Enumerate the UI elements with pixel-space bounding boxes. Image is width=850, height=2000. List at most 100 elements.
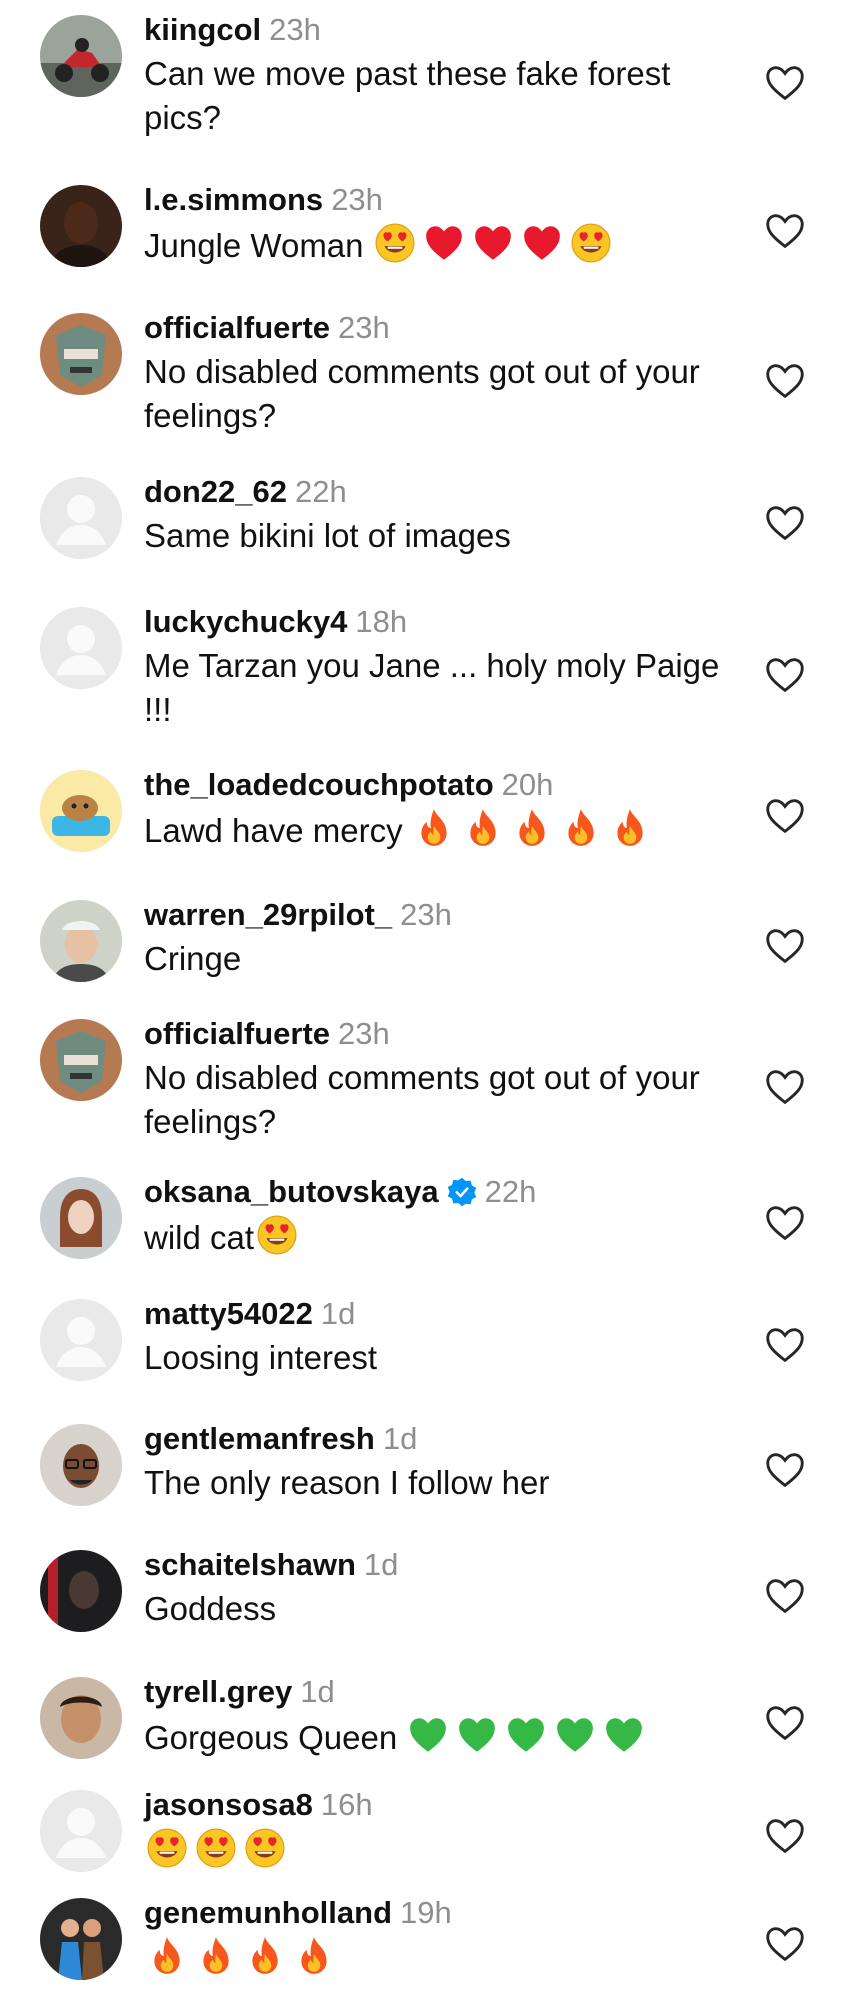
- like-heart-icon[interactable]: [762, 1921, 808, 1967]
- avatar[interactable]: [40, 1677, 122, 1759]
- like-heart-icon[interactable]: [762, 60, 808, 106]
- fire-emoji-icon: [195, 1935, 237, 1977]
- comment-text: [144, 1935, 744, 1988]
- like-heart-icon[interactable]: [762, 1813, 808, 1859]
- green-heart-emoji-icon: [505, 1714, 547, 1756]
- comment-meta: officialfuerte 23h: [144, 1012, 390, 1056]
- avatar[interactable]: [40, 900, 122, 982]
- like-heart-icon[interactable]: [762, 1322, 808, 1368]
- avatar[interactable]: [40, 313, 122, 395]
- comment-timestamp: 23h: [338, 310, 390, 345]
- comment-text: Goddess: [144, 1587, 744, 1631]
- comment-text: [144, 1827, 744, 1880]
- comment-meta: officialfuerte 23h: [144, 306, 390, 350]
- avatar[interactable]: [40, 1790, 122, 1872]
- avatar[interactable]: [40, 15, 122, 97]
- username-link[interactable]: warren_29rpilot_: [144, 897, 392, 932]
- like-heart-icon[interactable]: [762, 208, 808, 254]
- comment-text: Loosing interest: [144, 1336, 744, 1380]
- avatar[interactable]: [40, 607, 122, 689]
- comment-timestamp: 1d: [320, 1296, 356, 1331]
- avatar[interactable]: [40, 1550, 122, 1632]
- like-heart-icon[interactable]: [762, 1700, 808, 1746]
- username-link[interactable]: gentlemanfresh: [144, 1421, 375, 1456]
- comment-meta: jasonsosa8 16h: [144, 1783, 373, 1827]
- avatar[interactable]: [40, 1019, 122, 1101]
- comment-timestamp: 22h: [295, 474, 347, 509]
- emoji-group: [407, 1714, 652, 1767]
- username-link[interactable]: officialfuerte: [144, 1016, 330, 1051]
- comment-meta: luckychucky4 18h: [144, 600, 407, 644]
- comment-meta: warren_29rpilot_ 23h: [144, 893, 452, 937]
- comment-timestamp: 23h: [400, 897, 452, 932]
- comment-text: wild cat: [144, 1214, 744, 1267]
- comment-body: Same bikini lot of images: [144, 517, 511, 554]
- username-link[interactable]: kiingcol: [144, 12, 261, 47]
- green-heart-emoji-icon: [554, 1714, 596, 1756]
- comment-timestamp: 23h: [338, 1016, 390, 1051]
- comment-meta: oksana_butovskaya 22h: [144, 1170, 536, 1214]
- avatar[interactable]: [40, 185, 122, 267]
- username-link[interactable]: jasonsosa8: [144, 1787, 313, 1822]
- comment-meta: don22_62 22h: [144, 470, 347, 514]
- comment-text: Can we move past these fake forest pics?: [144, 52, 744, 140]
- like-heart-icon[interactable]: [762, 1064, 808, 1110]
- emoji-group: [374, 222, 619, 275]
- username-link[interactable]: tyrell.grey: [144, 1674, 292, 1709]
- verified-badge-icon: [447, 1175, 477, 1207]
- username-link[interactable]: luckychucky4: [144, 604, 347, 639]
- comment-text: No disabled comments got out of your fee…: [144, 1056, 744, 1144]
- username-link[interactable]: oksana_butovskaya: [144, 1174, 439, 1209]
- fire-emoji-icon: [413, 807, 455, 849]
- like-heart-icon[interactable]: [762, 923, 808, 969]
- comment-timestamp: 1d: [382, 1421, 418, 1456]
- fire-emoji-icon: [511, 807, 553, 849]
- username-link[interactable]: l.e.simmons: [144, 182, 323, 217]
- comment-text: Me Tarzan you Jane ... holy moly Paige !…: [144, 644, 744, 732]
- like-heart-icon[interactable]: [762, 652, 808, 698]
- username-link[interactable]: matty54022: [144, 1296, 313, 1331]
- comment-body: Gorgeous Queen: [144, 1719, 398, 1756]
- fire-emoji-icon: [244, 1935, 286, 1977]
- comment-meta: kiingcol 23h: [144, 8, 321, 52]
- emoji-group: [146, 1827, 293, 1880]
- comment-body: Me Tarzan you Jane ... holy moly Paige !…: [144, 647, 720, 728]
- like-heart-icon[interactable]: [762, 1447, 808, 1493]
- comment-timestamp: 23h: [269, 12, 321, 47]
- avatar[interactable]: [40, 770, 122, 852]
- avatar[interactable]: [40, 1424, 122, 1506]
- username-link[interactable]: don22_62: [144, 474, 287, 509]
- heart-eyes-emoji-icon: [374, 222, 416, 264]
- comment-body: wild cat: [144, 1219, 255, 1256]
- username-link[interactable]: the_loadedcouchpotato: [144, 767, 494, 802]
- comment-timestamp: 18h: [355, 604, 408, 639]
- heart-eyes-emoji-icon: [570, 222, 612, 264]
- like-heart-icon[interactable]: [762, 358, 808, 404]
- username-link[interactable]: officialfuerte: [144, 310, 330, 345]
- username-link[interactable]: schaitelshawn: [144, 1547, 356, 1582]
- username-link[interactable]: genemunholland: [144, 1895, 392, 1930]
- comment-timestamp: 23h: [331, 182, 383, 217]
- avatar[interactable]: [40, 1299, 122, 1381]
- avatar[interactable]: [40, 1177, 122, 1259]
- comment-body: Can we move past these fake forest pics?: [144, 55, 671, 136]
- comment-body: No disabled comments got out of your fee…: [144, 353, 700, 434]
- comment-meta: gentlemanfresh 1d: [144, 1417, 417, 1461]
- fire-emoji-icon: [560, 807, 602, 849]
- comment-body: Loosing interest: [144, 1339, 377, 1376]
- emoji-group: [256, 1214, 305, 1267]
- like-heart-icon[interactable]: [762, 1573, 808, 1619]
- like-heart-icon[interactable]: [762, 793, 808, 839]
- fire-emoji-icon: [293, 1935, 335, 1977]
- comment-meta: schaitelshawn 1d: [144, 1543, 398, 1587]
- comment-body: No disabled comments got out of your fee…: [144, 1059, 700, 1140]
- heart-eyes-emoji-icon: [146, 1827, 188, 1869]
- comment-timestamp: 16h: [320, 1787, 373, 1822]
- like-heart-icon[interactable]: [762, 1200, 808, 1246]
- fire-emoji-icon: [462, 807, 504, 849]
- heart-eyes-emoji-icon: [256, 1214, 298, 1256]
- avatar[interactable]: [40, 477, 122, 559]
- like-heart-icon[interactable]: [762, 500, 808, 546]
- avatar[interactable]: [40, 1898, 122, 1980]
- emoji-group: [146, 1935, 342, 1988]
